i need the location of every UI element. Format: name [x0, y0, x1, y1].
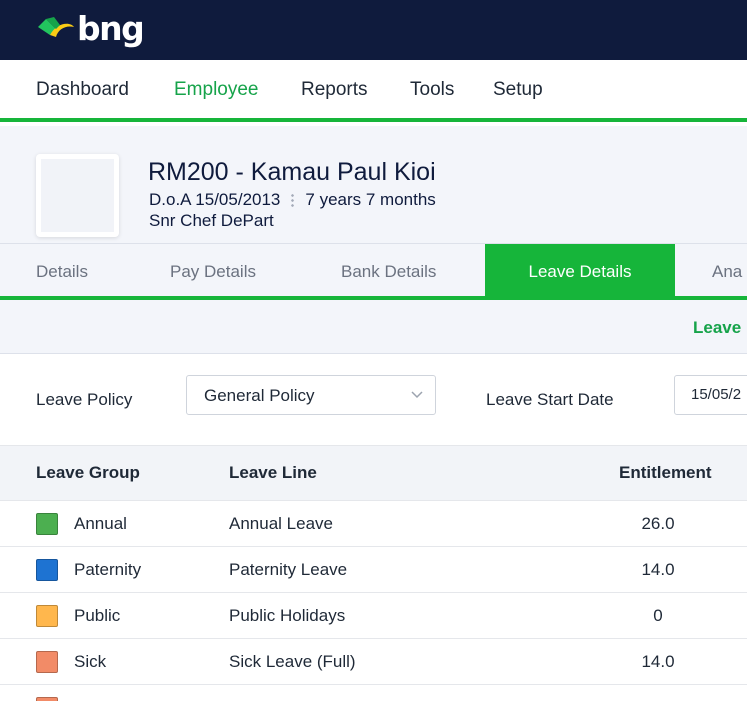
leave-sub-link[interactable]: Leave — [693, 318, 741, 338]
leave-start-date-value: 15/05/2 — [691, 386, 742, 403]
leave-start-date-input[interactable]: 15/05/2 — [674, 375, 747, 415]
leave-line-cell: Annual Leave — [229, 514, 333, 533]
entitlement-cell: 14.0 — [641, 560, 675, 579]
avatar-placeholder — [41, 159, 114, 232]
avatar[interactable] — [36, 154, 119, 237]
leave-group-cell: Annual — [74, 514, 127, 533]
leave-policy-form: Leave Policy General Policy Leave Start … — [0, 354, 747, 446]
nav-item-setup[interactable]: Setup — [493, 79, 543, 101]
table-row[interactable]: Paternity Paternity Leave 14.0 — [0, 547, 747, 593]
employee-position: Snr Chef DePart — [149, 211, 274, 230]
leave-policy-value: General Policy — [204, 386, 315, 405]
bng-logo[interactable]: bng — [36, 9, 145, 49]
leave-table-header: Leave Group Leave Line Entitlement — [0, 446, 747, 501]
table-row[interactable]: Sick Sick Leave (Full) 14.0 — [0, 639, 747, 685]
leave-line-cell: Paternity Leave — [229, 560, 348, 579]
employee-header: RM200 - Kamau Paul Kioi D.o.A 15/05/2013… — [0, 126, 747, 244]
leave-group-cell: Paternity — [74, 560, 142, 579]
table-row[interactable] — [0, 685, 747, 701]
entitlement-cell: 0 — [653, 606, 663, 625]
column-header-leave-group[interactable]: Leave Group — [36, 463, 140, 483]
employee-doa-row: D.o.A 15/05/2013 7 years 7 months — [149, 190, 436, 210]
leave-color-swatch — [36, 651, 58, 673]
logo-text: bng — [77, 9, 145, 48]
tab-leave-details[interactable]: Leave Details — [485, 244, 675, 296]
leave-subbar: Leave — [0, 300, 747, 354]
leave-color-swatch — [36, 697, 58, 701]
leave-group-cell: Public — [74, 606, 121, 625]
table-row[interactable]: Public Public Holidays 0 — [0, 593, 747, 639]
tab-details[interactable]: Details — [36, 244, 88, 296]
top-bar: bng — [0, 0, 747, 60]
leave-line-cell: Sick Leave (Full) — [229, 652, 356, 671]
column-header-leave-line[interactable]: Leave Line — [229, 463, 317, 483]
employee-name: RM200 - Kamau Paul Kioi — [148, 158, 436, 186]
leave-policy-select[interactable]: General Policy — [186, 375, 436, 415]
entitlement-cell: 14.0 — [641, 652, 675, 671]
nav-item-tools[interactable]: Tools — [410, 79, 454, 101]
nav-item-employee[interactable]: Employee — [174, 79, 259, 101]
nav-item-reports[interactable]: Reports — [301, 79, 368, 101]
logo-mark-icon — [38, 17, 74, 37]
leave-color-swatch — [36, 513, 58, 535]
employee-doa: D.o.A 15/05/2013 — [149, 190, 281, 209]
leave-line-cell: Public Holidays — [229, 606, 346, 625]
main-nav: Dashboard Employee Reports Tools Setup — [0, 60, 747, 122]
nav-item-dashboard[interactable]: Dashboard — [36, 79, 129, 101]
leave-policy-label: Leave Policy — [36, 390, 133, 409]
employee-tabs: Details Pay Details Bank Details Leave D… — [0, 244, 747, 300]
leave-color-swatch — [36, 559, 58, 581]
chevron-down-icon — [411, 391, 423, 399]
tab-analysis[interactable]: Ana — [712, 244, 742, 296]
tab-bank-details[interactable]: Bank Details — [341, 244, 436, 296]
leave-color-swatch — [36, 605, 58, 627]
employee-tenure: 7 years 7 months — [305, 190, 436, 209]
separator-dots-icon — [291, 192, 295, 208]
table-row[interactable]: Annual Annual Leave 26.0 — [0, 501, 747, 547]
tab-pay-details[interactable]: Pay Details — [170, 244, 256, 296]
column-header-entitlement[interactable]: Entitlement — [619, 463, 712, 483]
leave-start-date-label: Leave Start Date — [486, 390, 614, 409]
entitlement-cell: 26.0 — [641, 514, 675, 533]
leave-group-cell: Sick — [74, 652, 107, 671]
